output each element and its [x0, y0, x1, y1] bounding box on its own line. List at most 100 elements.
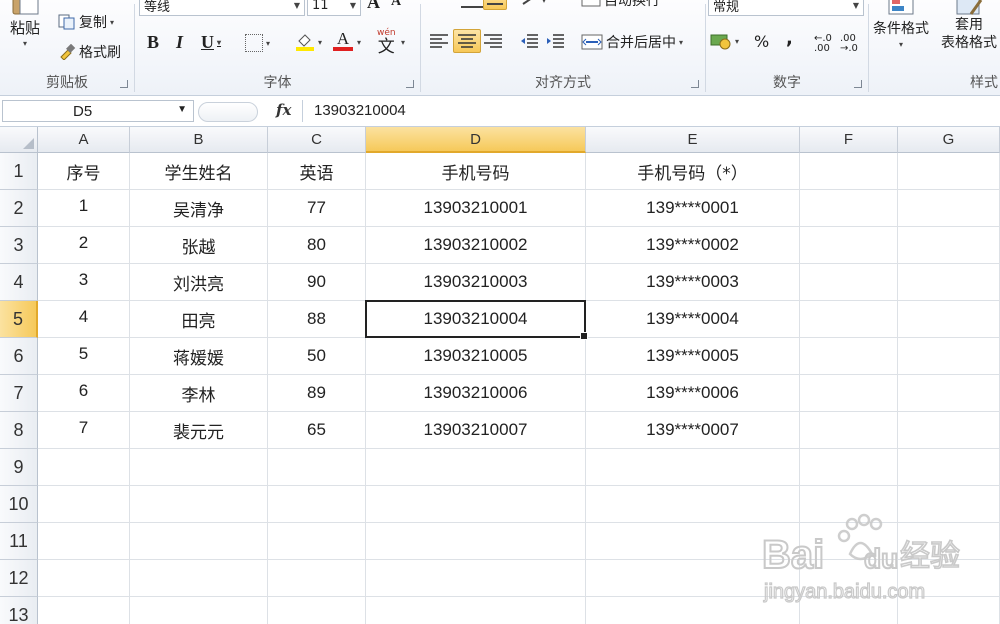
cell-b1[interactable]: 学生姓名 [130, 153, 268, 190]
cell-g12[interactable] [898, 560, 1000, 597]
cell-d3[interactable]: 13903210002 [366, 227, 586, 264]
cell-e8[interactable]: 139****0007 [586, 412, 800, 449]
cell-a8[interactable]: 7 [38, 412, 130, 449]
cell-b12[interactable] [130, 560, 268, 597]
align-center-button[interactable] [453, 29, 481, 53]
cell-a1[interactable]: 序号 [38, 153, 130, 190]
cell-g10[interactable] [898, 486, 1000, 523]
cell-c12[interactable] [268, 560, 366, 597]
cell-b4[interactable]: 刘洪亮 [130, 264, 268, 301]
cell-b7[interactable]: 李林 [130, 375, 268, 412]
increase-indent-button[interactable] [545, 32, 565, 50]
cell-a3[interactable]: 2 [38, 227, 130, 264]
cell-g5[interactable] [898, 301, 1000, 338]
font-color-dropdown-icon[interactable]: ▾ [357, 38, 361, 47]
cell-d9[interactable] [366, 449, 586, 486]
row-header-6[interactable]: 6 [0, 338, 38, 375]
cell-d7[interactable]: 13903210006 [366, 375, 586, 412]
cell-c1[interactable]: 英语 [268, 153, 366, 190]
format-as-table-button[interactable]: 套用 表格格式 [941, 0, 997, 52]
cell-f11[interactable] [800, 523, 898, 560]
cell-g1[interactable] [898, 153, 1000, 190]
cell-e2[interactable]: 139****0001 [586, 190, 800, 227]
column-header-d[interactable]: D [366, 127, 586, 153]
cell-c10[interactable] [268, 486, 366, 523]
column-header-c[interactable]: C [268, 127, 366, 153]
cell-b5[interactable]: 田亮 [130, 301, 268, 338]
accounting-format-button[interactable]: ▾ [710, 32, 739, 50]
paste-button[interactable]: 粘贴 ▾ [8, 0, 42, 48]
column-header-f[interactable]: F [800, 127, 898, 153]
cell-f5[interactable] [800, 301, 898, 338]
cell-g7[interactable] [898, 375, 1000, 412]
cell-b2[interactable]: 吴清净 [130, 190, 268, 227]
cell-e12[interactable] [586, 560, 800, 597]
wrap-text-button[interactable]: 自动换行 [581, 0, 660, 10]
row-header-1[interactable]: 1 [0, 153, 38, 190]
row-header-12[interactable]: 12 [0, 560, 38, 597]
row-header-3[interactable]: 3 [0, 227, 38, 264]
insert-function-icon[interactable]: fx [276, 101, 291, 119]
cell-f10[interactable] [800, 486, 898, 523]
row-header-9[interactable]: 9 [0, 449, 38, 486]
cell-e5[interactable]: 139****0004 [586, 301, 800, 338]
underline-dropdown-icon[interactable]: ▾ [217, 38, 221, 47]
copy-dropdown-icon[interactable]: ▾ [110, 18, 114, 27]
cell-g6[interactable] [898, 338, 1000, 375]
cell-f12[interactable] [800, 560, 898, 597]
row-header-7[interactable]: 7 [0, 375, 38, 412]
cell-c11[interactable] [268, 523, 366, 560]
increase-decimal-button[interactable]: ←.0 .00 [814, 34, 836, 54]
cell-c9[interactable] [268, 449, 366, 486]
cell-d2[interactable]: 13903210001 [366, 190, 586, 227]
cell-f1[interactable] [800, 153, 898, 190]
row-header-4[interactable]: 4 [0, 264, 38, 301]
chevron-down-icon[interactable]: ▼ [177, 104, 187, 115]
cell-c8[interactable]: 65 [268, 412, 366, 449]
cell-e3[interactable]: 139****0002 [586, 227, 800, 264]
cell-c7[interactable]: 89 [268, 375, 366, 412]
conditional-format-button[interactable]: 条件格式 ▾ [873, 0, 929, 49]
font-size-combo[interactable]: 11 ▼ [307, 0, 361, 16]
font-name-combo[interactable]: 等线 ▼ [139, 0, 305, 16]
column-header-e[interactable]: E [586, 127, 800, 153]
cell-f8[interactable] [800, 412, 898, 449]
decrease-indent-button[interactable] [519, 32, 539, 50]
decrease-decimal-button[interactable]: .00 →.0 [840, 34, 862, 54]
align-left-button[interactable] [429, 32, 449, 50]
format-painter-button[interactable]: 格式刷 [58, 42, 121, 62]
comma-style-button[interactable]: , [786, 28, 793, 49]
cell-g8[interactable] [898, 412, 1000, 449]
cell-d4[interactable]: 13903210003 [366, 264, 586, 301]
cell-f6[interactable] [800, 338, 898, 375]
cell-c4[interactable]: 90 [268, 264, 366, 301]
cell-d8[interactable]: 13903210007 [366, 412, 586, 449]
cell-a6[interactable]: 5 [38, 338, 130, 375]
cell-c6[interactable]: 50 [268, 338, 366, 375]
cell-d12[interactable] [366, 560, 586, 597]
cell-a4[interactable]: 3 [38, 264, 130, 301]
cell-e10[interactable] [586, 486, 800, 523]
cell-b9[interactable] [130, 449, 268, 486]
formula-bar-resize-handle[interactable] [198, 102, 258, 122]
cell-b6[interactable]: 蒋媛媛 [130, 338, 268, 375]
cell-a13[interactable] [38, 597, 130, 624]
phonetic-dropdown-icon[interactable]: ▾ [401, 38, 405, 47]
cell-d11[interactable] [366, 523, 586, 560]
cell-a5[interactable]: 4 [38, 301, 130, 338]
column-header-g[interactable]: G [898, 127, 1000, 153]
conditional-format-dropdown-icon[interactable]: ▾ [899, 40, 903, 49]
percent-button[interactable]: % [754, 32, 769, 51]
cell-g9[interactable] [898, 449, 1000, 486]
cell-c2[interactable]: 77 [268, 190, 366, 227]
row-header-2[interactable]: 2 [0, 190, 38, 227]
cell-a2[interactable]: 1 [38, 190, 130, 227]
fill-color-dropdown-icon[interactable]: ▾ [318, 38, 322, 47]
cell-b11[interactable] [130, 523, 268, 560]
cell-b10[interactable] [130, 486, 268, 523]
merge-center-button[interactable]: 合并后居中 ▾ [581, 32, 683, 52]
column-header-a[interactable]: A [38, 127, 130, 153]
cell-e11[interactable] [586, 523, 800, 560]
underline-button[interactable]: U ▾ [201, 32, 221, 53]
cell-e9[interactable] [586, 449, 800, 486]
